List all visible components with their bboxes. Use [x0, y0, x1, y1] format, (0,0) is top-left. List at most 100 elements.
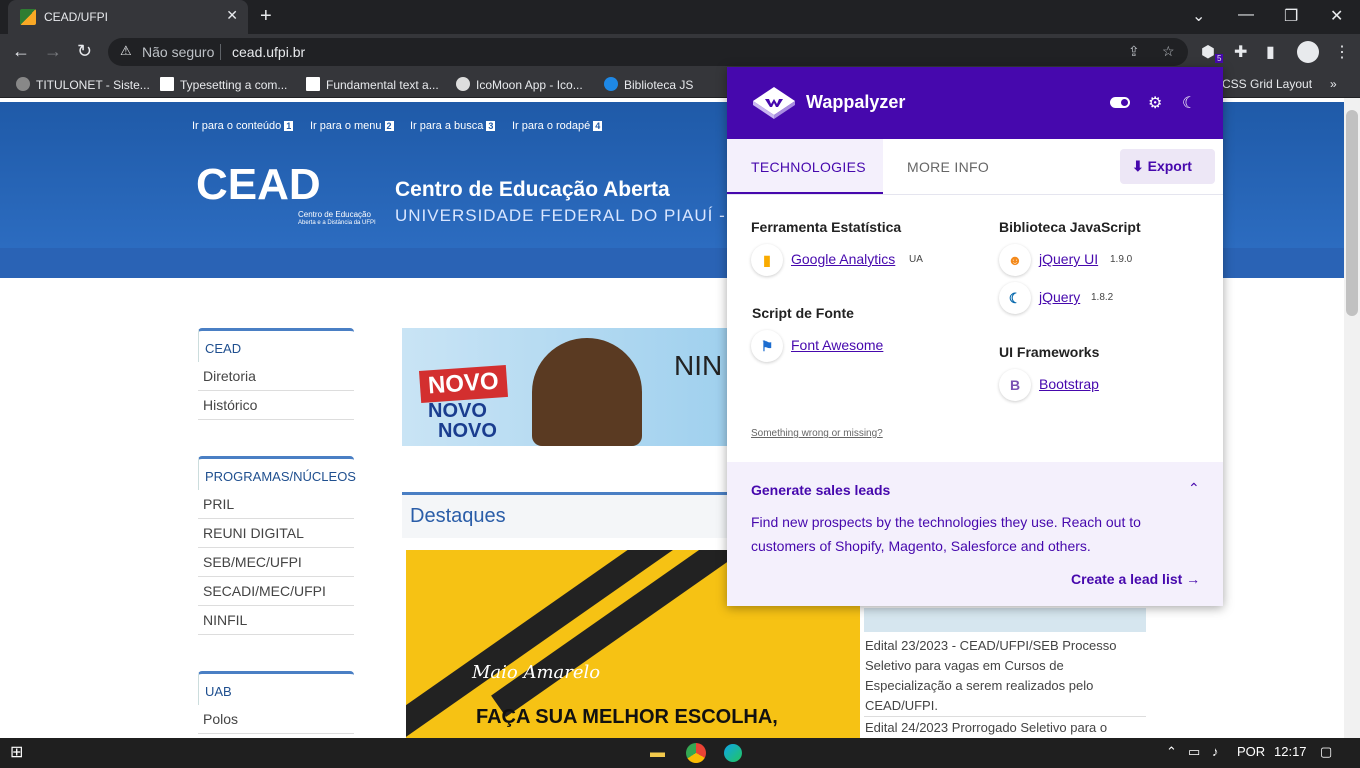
sidebar-item-diretoria[interactable]: Diretoria: [198, 362, 354, 391]
skip-link-content[interactable]: Ir para o conteúdo 1: [192, 120, 294, 132]
category-ui-frameworks: UI Frameworks: [999, 344, 1100, 360]
address-bar[interactable]: ⚠ Não seguro cead.ufpi.br ⇪ ☆: [108, 38, 1188, 66]
tech-name[interactable]: Google Analytics: [791, 251, 895, 267]
sidebar-item-seb[interactable]: SEB/MEC/UFPI: [198, 548, 354, 577]
sidebar-item-historico[interactable]: Histórico: [198, 391, 354, 420]
chrome-taskbar-icon[interactable]: [686, 743, 706, 763]
insecure-label[interactable]: Não seguro: [142, 44, 214, 60]
clock-time[interactable]: 12:17: [1274, 744, 1307, 759]
tab-technologies[interactable]: TECHNOLOGIES: [727, 139, 883, 194]
menu-kebab-icon[interactable]: ⋮: [1334, 42, 1350, 62]
tray-chevron-icon[interactable]: ⌃: [1166, 744, 1177, 760]
destaques-heading: Destaques: [402, 492, 732, 538]
create-lead-list-label: Create a lead list: [1071, 571, 1183, 587]
side-panel-icon[interactable]: ▮: [1266, 42, 1275, 62]
bookmark-item[interactable]: IcoMoon App - Ico...: [456, 77, 583, 92]
dark-mode-moon-icon[interactable]: ☾: [1182, 93, 1196, 113]
bookmark-item[interactable]: Biblioteca JS: [604, 77, 693, 92]
tab-title: CEAD/UFPI: [44, 10, 109, 24]
bookmark-item[interactable]: Typesetting a com...: [160, 77, 287, 92]
sidebar-heading: UAB: [198, 671, 354, 705]
sidebar-item-polos[interactable]: Polos: [198, 705, 354, 734]
sidebar-item-reuni[interactable]: REUNI DIGITAL: [198, 519, 354, 548]
maio-headline: FAÇA SUA MELHOR ESCOLHA,: [476, 706, 778, 728]
sidebar-heading: PROGRAMAS/NÚCLEOS: [198, 456, 356, 490]
notifications-icon[interactable]: ▢: [1320, 744, 1332, 760]
chevron-up-icon[interactable]: ⌃: [1188, 480, 1200, 497]
skip-link-search[interactable]: Ir para a busca 3: [410, 120, 496, 132]
bookmark-favicon-icon: [456, 77, 470, 91]
create-lead-list-button[interactable]: Create a lead list →: [1071, 571, 1200, 587]
scrollbar-thumb[interactable]: [1346, 110, 1358, 316]
browser-toolbar: ← → ↻ ⚠ Não seguro cead.ufpi.br ⇪ ☆: [0, 34, 1360, 70]
sidebar-item-secadi[interactable]: SECADI/MEC/UFPI: [198, 577, 354, 606]
restore-icon[interactable]: ❐: [1284, 6, 1298, 26]
bookmark-star-icon[interactable]: ☆: [1162, 43, 1175, 60]
new-tab-icon[interactable]: +: [260, 5, 272, 28]
sidebar-heading: CEAD: [198, 328, 354, 362]
page-scrollbar[interactable]: [1344, 98, 1360, 738]
warning-icon[interactable]: ⚠: [120, 43, 132, 59]
something-wrong-link[interactable]: Something wrong or missing?: [751, 428, 883, 439]
windows-start-icon[interactable]: ⊞: [10, 742, 23, 762]
bookmark-favicon-icon: [604, 77, 618, 91]
banner-nin: NIN: [674, 350, 723, 381]
close-window-icon[interactable]: ✕: [1330, 6, 1343, 26]
sidebar-cead: CEAD Diretoria Histórico: [198, 328, 354, 420]
news-item[interactable]: Edital 23/2023 - CEAD/UFPI/SEB Processo …: [864, 636, 1146, 717]
tech-name[interactable]: Bootstrap: [1039, 376, 1099, 392]
tab-search-icon[interactable]: ⌄: [1192, 6, 1205, 26]
tab-close-icon[interactable]: ✕: [226, 7, 238, 24]
bookmark-item[interactable]: TITULONET - Siste...: [16, 77, 150, 92]
google-analytics-icon: ▮: [751, 244, 783, 276]
share-icon[interactable]: ⇪: [1128, 43, 1140, 60]
wappalyzer-title: Wappalyzer: [806, 92, 906, 112]
category-font-script: Script de Fonte: [752, 305, 854, 321]
wappalyzer-logo-icon: [753, 87, 795, 119]
url-text[interactable]: cead.ufpi.br: [232, 44, 305, 60]
bookmarks-overflow-icon[interactable]: »: [1330, 77, 1337, 91]
edge-taskbar-icon[interactable]: [724, 744, 742, 762]
network-icon[interactable]: ▭: [1188, 744, 1200, 760]
extensions-puzzle-icon[interactable]: ✚: [1234, 42, 1247, 62]
wappalyzer-header: Wappalyzer ⚙ ☾: [727, 67, 1223, 139]
sidebar-item-ninfil[interactable]: NINFIL: [198, 606, 354, 635]
banner-photo: [532, 338, 642, 446]
tab-more-info[interactable]: MORE INFO: [907, 139, 989, 194]
site-subtitle: UNIVERSIDADE FEDERAL DO PIAUÍ -: [395, 206, 726, 225]
enable-toggle[interactable]: [1110, 97, 1130, 108]
export-button[interactable]: ⬇ Export: [1120, 149, 1215, 184]
minimize-icon[interactable]: —: [1238, 6, 1254, 24]
volume-icon[interactable]: ♪: [1212, 744, 1219, 759]
tech-version: 1.9.0: [1110, 254, 1133, 265]
back-icon[interactable]: ←: [12, 41, 30, 62]
banner-novo-3: NOVO: [438, 420, 497, 442]
input-language[interactable]: POR: [1237, 744, 1265, 759]
bookmark-item[interactable]: CSS Grid Layout: [1222, 77, 1312, 91]
reload-icon[interactable]: ↻: [77, 41, 92, 62]
bookmark-item[interactable]: Fundamental text a...: [306, 77, 439, 92]
sales-leads-panel: Generate sales leads ⌃ Find new prospect…: [727, 462, 1223, 606]
promo-banner[interactable]: NOVO NOVO NOVO NIN: [402, 328, 732, 446]
forward-icon[interactable]: →: [44, 41, 62, 62]
file-explorer-icon[interactable]: ▬: [650, 744, 665, 761]
profile-avatar[interactable]: [1297, 41, 1319, 63]
windows-taskbar: ⊞ ▬ ⌃ ▭ ♪ POR 12:17 ▢: [0, 738, 1360, 768]
cead-logo[interactable]: CEAD: [196, 160, 321, 210]
news-item[interactable]: Edital 24/2023 Prorrogado Seletivo para …: [864, 718, 1146, 738]
tech-name[interactable]: Font Awesome: [791, 337, 883, 353]
settings-gear-icon[interactable]: ⚙: [1148, 93, 1162, 113]
tech-name[interactable]: jQuery: [1039, 289, 1080, 305]
skip-link-menu[interactable]: Ir para o menu 2: [310, 120, 394, 132]
tech-name[interactable]: jQuery UI: [1039, 251, 1098, 267]
sidebar-item-pril[interactable]: PRIL: [198, 490, 354, 519]
bookmark-favicon-icon: [16, 77, 30, 91]
skip-link-footer[interactable]: Ir para o rodapé 4: [512, 120, 603, 132]
browser-tab-strip: CEAD/UFPI ✕ + ⌄ — ❐ ✕: [0, 0, 1360, 34]
wappalyzer-extension-icon[interactable]: ⬢ 5: [1201, 42, 1224, 64]
leads-description: Find new prospects by the technologies t…: [751, 514, 1141, 554]
tech-version: 1.8.2: [1091, 292, 1114, 303]
leads-title[interactable]: Generate sales leads: [751, 482, 890, 498]
wappalyzer-popup: Wappalyzer ⚙ ☾ TECHNOLOGIES MORE INFO ⬇ …: [727, 67, 1223, 606]
browser-tab[interactable]: CEAD/UFPI ✕: [8, 0, 248, 34]
